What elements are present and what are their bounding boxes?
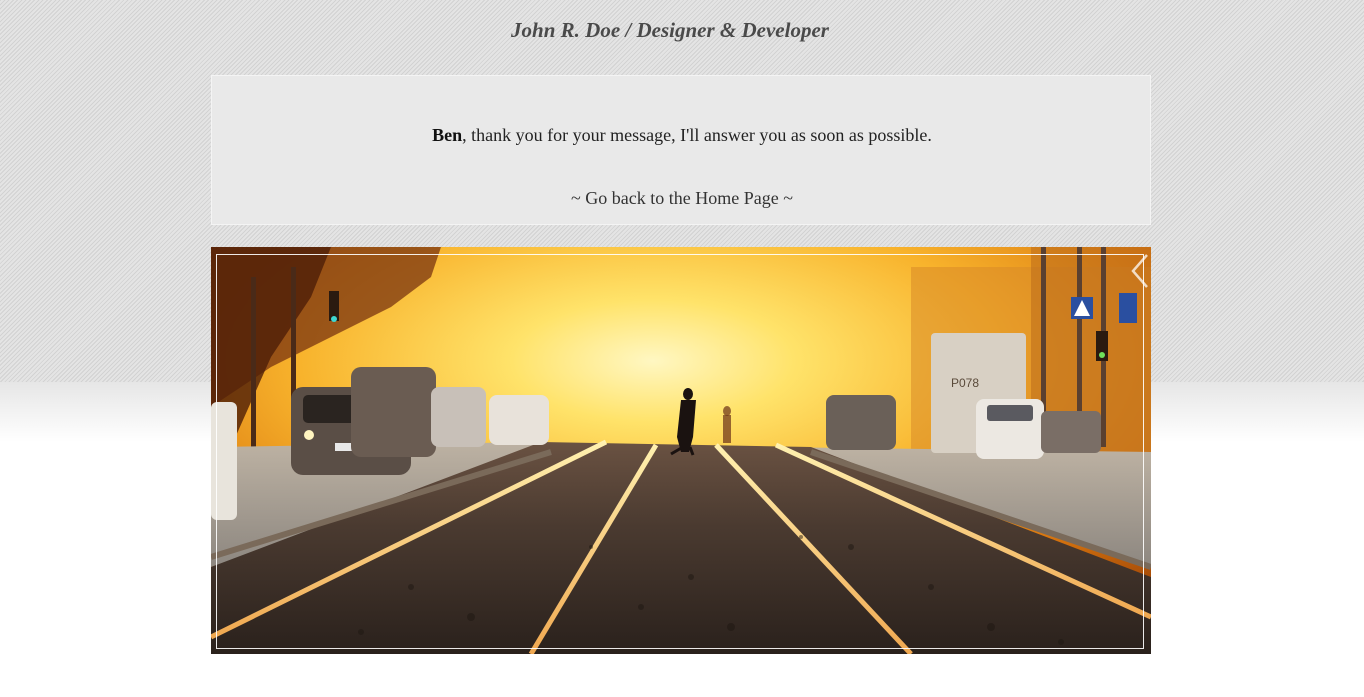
header-photo: Р078 [211,247,1151,654]
message-box: Ben, thank you for your message, I'll an… [211,75,1151,225]
chevron-left-icon[interactable] [1131,253,1149,289]
thank-you-text: , thank you for your message, I'll answe… [462,125,932,145]
truck-sign-text: Р078 [951,376,979,390]
home-page-link[interactable]: ~ Go back to the Home Page ~ [212,188,1152,209]
thank-you-message: Ben, thank you for your message, I'll an… [212,125,1152,146]
site-title: John R. Doe / Designer & Developer [511,18,829,42]
sender-name: Ben [432,125,463,145]
street-photo-image: Р078 [211,247,1151,654]
